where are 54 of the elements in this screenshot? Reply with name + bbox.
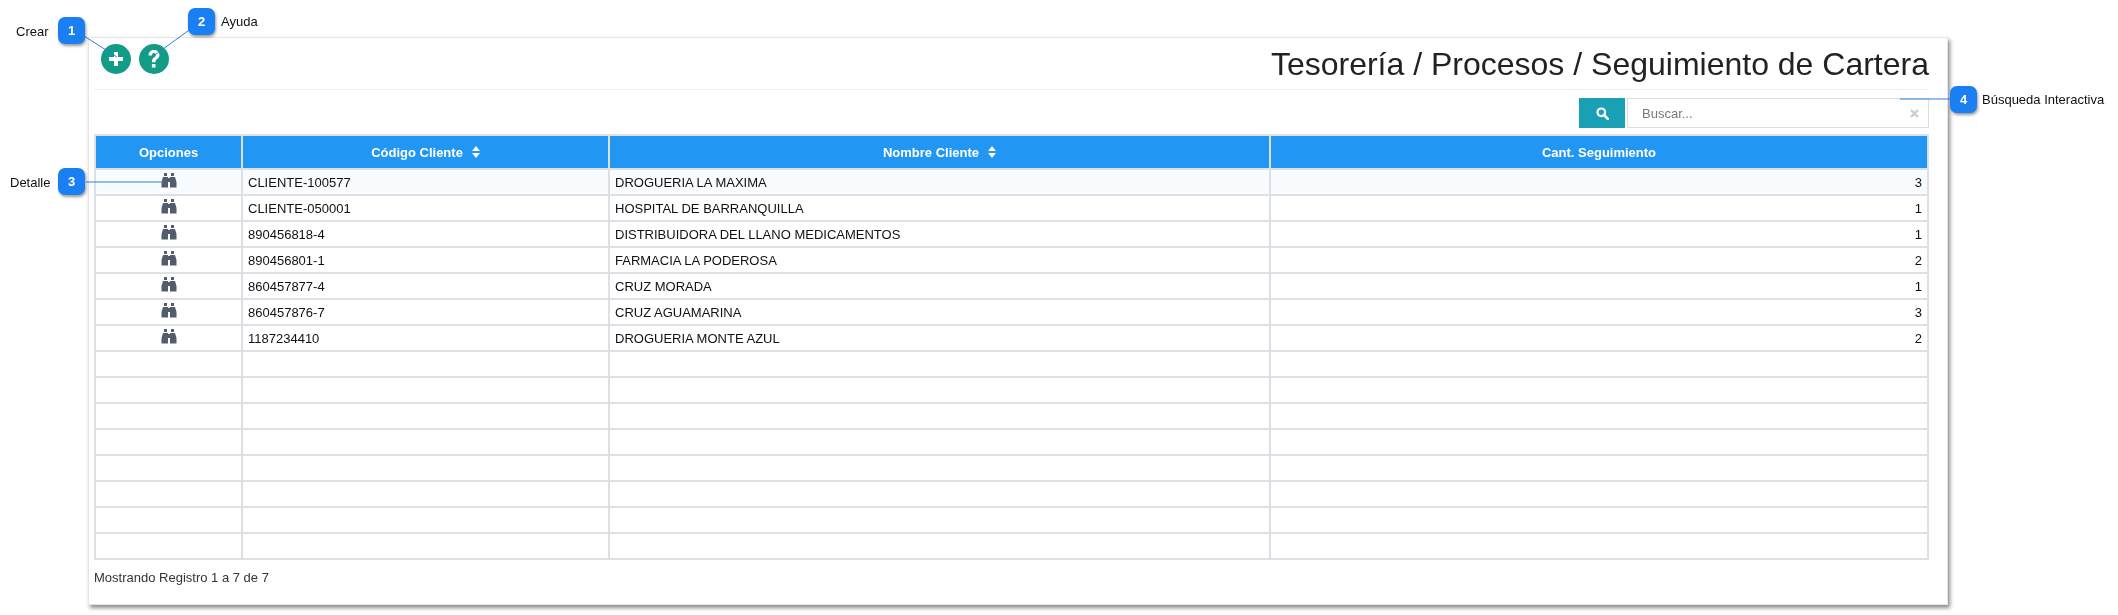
binoculars-icon[interactable] bbox=[160, 225, 177, 240]
search-icon bbox=[1595, 106, 1609, 120]
table-cell: DROGUERIA MONTE AZUL bbox=[609, 325, 1270, 351]
sort-icon bbox=[471, 146, 480, 158]
callout-label: Crear bbox=[16, 24, 49, 39]
table-cell: DISTRIBUIDORA DEL LLANO MEDICAMENTOS bbox=[609, 221, 1270, 247]
callout-badge: 2 bbox=[188, 8, 215, 35]
table-cell: 860457877-4 bbox=[242, 273, 609, 299]
binoculars-icon[interactable] bbox=[160, 329, 177, 344]
page-title: Tesorería / Procesos / Seguimiento de Cartera bbox=[1270, 45, 1929, 83]
callout-badge: 4 bbox=[1950, 86, 1977, 113]
leader-line bbox=[83, 35, 118, 58]
column-header[interactable]: Nombre Cliente bbox=[609, 135, 1270, 169]
table-cell: 890456818-4 bbox=[242, 221, 609, 247]
table-cell: 3 bbox=[1270, 169, 1928, 195]
table-cell: CRUZ AGUAMARINA bbox=[609, 299, 1270, 325]
table-cell: 860457876-7 bbox=[242, 299, 609, 325]
binoculars-icon[interactable] bbox=[160, 199, 177, 214]
table-cell: 2 bbox=[1270, 247, 1928, 273]
help-button[interactable] bbox=[139, 44, 169, 74]
table-cell: 2 bbox=[1270, 325, 1928, 351]
table-cell: CLIENTE-100577 bbox=[242, 169, 609, 195]
callout-badge: 1 bbox=[58, 17, 85, 44]
record-count: Mostrando Registro 1 a 7 de 7 bbox=[94, 569, 270, 585]
table-cell: 3 bbox=[1270, 299, 1928, 325]
callout-label: Detalle bbox=[10, 175, 51, 190]
table-cell: 1187234410 bbox=[242, 325, 609, 351]
leader-line bbox=[1899, 98, 1951, 100]
table-cell: 1 bbox=[1270, 273, 1928, 299]
table-cell: 1 bbox=[1270, 195, 1928, 221]
binoculars-icon[interactable] bbox=[160, 277, 177, 292]
column-header: Opciones bbox=[95, 135, 242, 169]
table-cell: HOSPITAL DE BARRANQUILLA bbox=[609, 195, 1270, 221]
binoculars-icon[interactable] bbox=[160, 251, 177, 266]
callout-label: Ayuda bbox=[221, 14, 258, 29]
column-header[interactable]: Código Cliente bbox=[242, 135, 609, 169]
binoculars-icon[interactable] bbox=[160, 173, 177, 188]
table-cell: DROGUERIA LA MAXIMA bbox=[609, 169, 1270, 195]
binoculars-icon[interactable] bbox=[160, 303, 177, 318]
question-mark-icon bbox=[147, 49, 161, 69]
table-cell: FARMACIA LA PODEROSA bbox=[609, 247, 1270, 273]
sort-icon bbox=[988, 146, 997, 158]
table-cell: CLIENTE-050001 bbox=[242, 195, 609, 221]
search-button[interactable] bbox=[1579, 98, 1625, 128]
search-field[interactable]: Buscar... bbox=[1627, 98, 1929, 128]
table-cell: 1 bbox=[1270, 221, 1928, 247]
clear-icon bbox=[1910, 109, 1919, 118]
table-cell: CRUZ MORADA bbox=[609, 273, 1270, 299]
plus-icon bbox=[108, 51, 124, 67]
column-header: Cant. Seguimiento bbox=[1270, 135, 1928, 169]
callout-label: Búsqueda Interactiva bbox=[1982, 92, 2105, 107]
callout-badge: 3 bbox=[58, 168, 85, 195]
add-button[interactable] bbox=[101, 44, 131, 74]
table-cell: 890456801-1 bbox=[242, 247, 609, 273]
